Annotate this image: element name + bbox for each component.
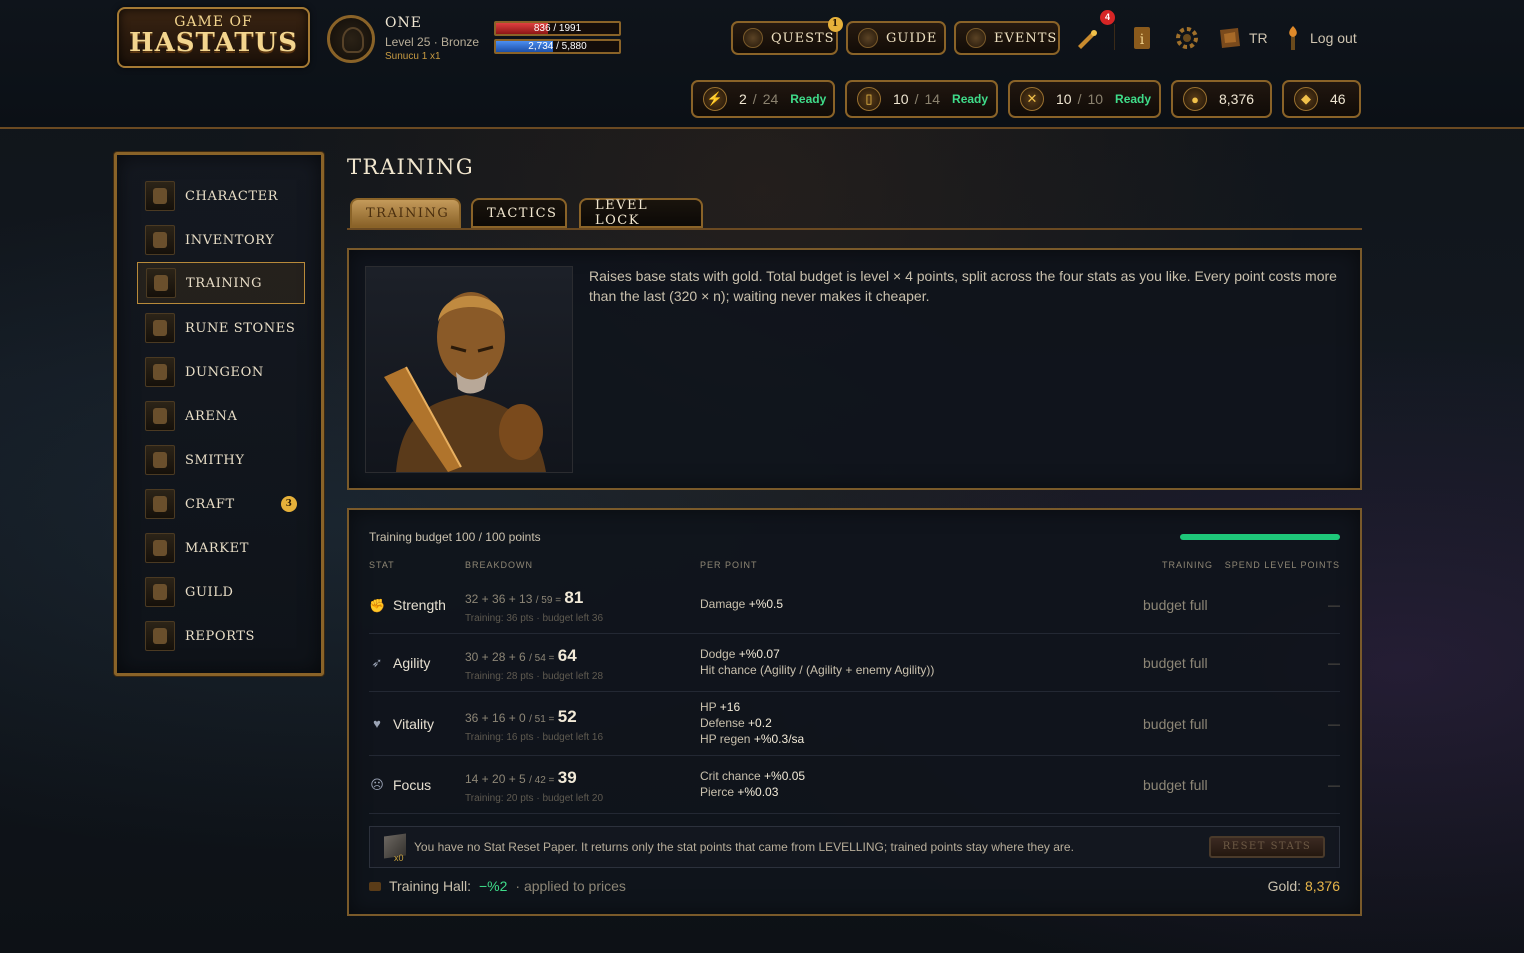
mortar-icon (145, 489, 175, 519)
tab-level-lock[interactable]: LEVEL LOCK (579, 198, 703, 228)
stat-reset-box: x0 You have no Stat Reset Paper. It retu… (369, 826, 1340, 868)
gold-resource[interactable]: ● 8,376 (1171, 80, 1272, 118)
chest-icon (145, 225, 175, 255)
sidebar-item-inventory[interactable]: INVENTORY (137, 219, 305, 261)
gem-icon: ◆ (1294, 87, 1318, 111)
hammer-icon (145, 445, 175, 475)
door-icon: ▯ (857, 87, 881, 111)
col-header-stat: STAT (369, 560, 395, 570)
sidebar-item-craft[interactable]: CRAFT 3 (137, 483, 305, 525)
sidebar-item-training[interactable]: TRAINING (137, 262, 305, 304)
flag-icon (1220, 28, 1240, 48)
sidebar: CHARACTER INVENTORY TRAINING RUNE STONES… (114, 152, 324, 676)
events-button[interactable]: EVENTS (954, 21, 1060, 55)
col-header-training: TRAINING (1162, 560, 1214, 570)
col-header-per-point: PER POINT (700, 560, 758, 570)
rune-stone-icon (145, 313, 175, 343)
dungeon-gate-icon (145, 357, 175, 387)
reset-stats-button[interactable]: RESET STATS (1209, 836, 1325, 858)
market-stall-icon (145, 533, 175, 563)
notifications-button[interactable]: 4 (1072, 10, 1115, 52)
fist-icon: ✊ (369, 598, 386, 613)
page-title: TRAINING (347, 155, 475, 179)
gold-total: Gold: 8,376 (1267, 878, 1340, 894)
sidebar-item-guild[interactable]: GUILD (137, 571, 305, 613)
running-icon: ➶ (371, 655, 383, 670)
quests-button[interactable]: QUESTS 1 (731, 17, 843, 55)
language-code[interactable]: TR (1249, 30, 1268, 46)
stat-row-strength: ✊ Strength 32 + 36 + 13 / 59 = 81 Traini… (369, 576, 1340, 634)
sidebar-item-rune-stones[interactable]: RUNE STONES (137, 307, 305, 349)
info-button[interactable]: i (1128, 24, 1156, 52)
banner-icon (145, 577, 175, 607)
guide-button[interactable]: GUIDE (846, 21, 946, 55)
sidebar-item-reports[interactable]: REPORTS (137, 615, 305, 657)
eye-skull-icon: ☹ (370, 777, 384, 792)
dumbbell-icon (146, 268, 176, 298)
sidebar-item-market[interactable]: MARKET (137, 527, 305, 569)
torch-icon (1289, 26, 1297, 50)
language-flag[interactable] (1216, 24, 1244, 52)
heart-shield-icon: ♥ (373, 716, 381, 731)
quests-badge: 1 (828, 17, 843, 32)
sidebar-item-arena[interactable]: ARENA (137, 395, 305, 437)
col-header-spend: SPEND LEVEL POINTS (1224, 560, 1340, 570)
gear-icon (1176, 27, 1198, 49)
guide-book-icon (858, 28, 878, 48)
crossed-swords-icon: ✕ (1020, 87, 1044, 111)
player-name: ONE (385, 15, 422, 31)
gem-resource[interactable]: ◆ 46 (1282, 80, 1361, 118)
budget-label: Training budget 100 / 100 points (369, 530, 541, 544)
hp-bar: 836 / 1991 (494, 21, 621, 36)
logout-button[interactable]: Log out (1310, 30, 1357, 46)
horn-icon (1078, 30, 1097, 49)
tab-bar: TRAINING TACTICS LEVEL LOCK (347, 198, 1362, 230)
training-hall-info: Training Hall: −%2 · applied to prices (369, 878, 626, 894)
stat-row-agility: ➶ Agility 30 + 28 + 6 / 54 = 64 Training… (369, 634, 1340, 692)
xp-bar: 2,734 / 5,880 (494, 39, 621, 54)
stat-row-focus: ☹ Focus 14 + 20 + 5 / 42 = 39 Training: … (369, 756, 1340, 814)
crossed-swords-icon (145, 401, 175, 431)
tab-training[interactable]: TRAINING (350, 198, 461, 228)
events-star-icon (966, 28, 986, 48)
intro-panel: Raises base stats with gold. Total budge… (347, 248, 1362, 490)
hp-text: 836 / 1991 (533, 23, 582, 34)
reset-info-text: You have no Stat Reset Paper. It returns… (414, 840, 1074, 854)
sidebar-item-dungeon[interactable]: DUNGEON (137, 351, 305, 393)
sidebar-item-character[interactable]: CHARACTER (137, 175, 305, 217)
dungeon-resource[interactable]: ▯ 10 / 14 Ready (845, 80, 998, 118)
notifications-badge: 4 (1100, 10, 1115, 25)
player-server: Sunucu 1 x1 (385, 51, 441, 62)
tab-tactics[interactable]: TACTICS (471, 198, 567, 228)
trainer-portrait (365, 266, 573, 473)
training-hall-icon (369, 881, 381, 891)
budget-progress-bar (1180, 534, 1340, 540)
craft-badge: 3 (281, 496, 297, 512)
sidebar-item-smithy[interactable]: SMITHY (137, 439, 305, 481)
player-level: Level 25 · Bronze (385, 35, 480, 49)
trainer-portrait-image (384, 292, 546, 472)
lightning-icon: ⚡ (703, 87, 727, 111)
xp-text: 2,734 / 5,880 (528, 41, 587, 52)
divider (1114, 24, 1115, 50)
stat-row-vitality: ♥ Vitality 36 + 16 + 0 / 51 = 52 Trainin… (369, 692, 1340, 756)
game-logo[interactable]: GAME OF HASTATUS (117, 7, 310, 68)
training-panel: Training budget 100 / 100 points STAT BR… (347, 508, 1362, 916)
info-icon: i (1134, 27, 1150, 49)
scroll-icon (145, 621, 175, 651)
budget-progress-fill (1180, 534, 1340, 540)
gold-coin-icon: ● (1183, 87, 1207, 111)
helmet-icon (145, 181, 175, 211)
top-bar: GAME OF HASTATUS ONE Level 25 · Bronze S… (0, 0, 1524, 129)
energy-resource[interactable]: ⚡ 2 / 24 Ready (691, 80, 835, 118)
player-avatar[interactable] (327, 15, 375, 63)
logout-button-icon-wrap[interactable] (1279, 24, 1307, 52)
col-header-breakdown: BREAKDOWN (465, 560, 534, 570)
settings-button[interactable] (1173, 24, 1201, 52)
training-description: Raises base stats with gold. Total budge… (589, 268, 1337, 304)
reset-paper-count: x0 (394, 853, 404, 863)
arena-resource[interactable]: ✕ 10 / 10 Ready (1008, 80, 1161, 118)
svg-text:i: i (1140, 32, 1145, 48)
quest-scroll-icon (743, 28, 763, 48)
